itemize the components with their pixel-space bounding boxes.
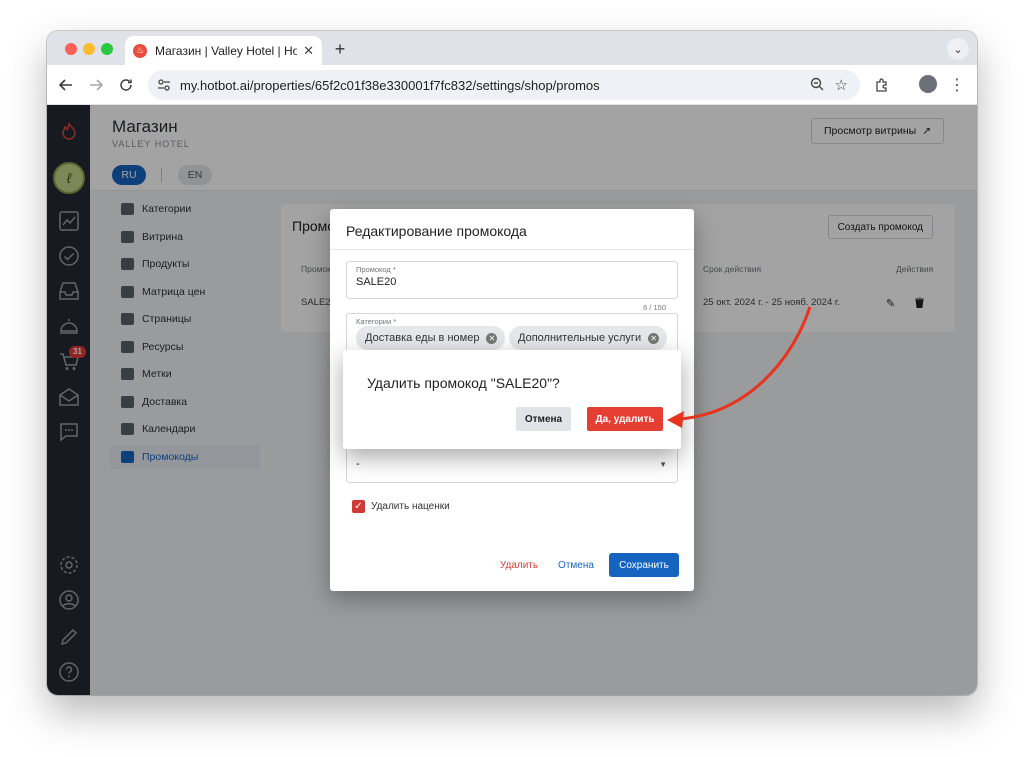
save-button[interactable]: Сохранить [609,553,679,577]
chip-label: Дополнительные услуги [518,332,642,344]
tab-bar: ♨ Магазин | Valley Hotel | Hotbot ✕ + ⌄ [47,31,977,65]
zoom-icon[interactable] [810,77,824,94]
profile-avatar[interactable] [919,75,937,93]
select-field[interactable]: - ▼ [346,445,678,483]
chip-remove-icon[interactable]: ✕ [486,332,498,344]
tab-title: Магазин | Valley Hotel | Hotbot [155,43,298,58]
app-content: ℓ 31 Магазин VALLEY HOTEL Просмотр витри… [47,105,977,695]
dialog-divider [330,249,694,250]
reload-icon[interactable] [116,75,136,95]
browser-toolbar: my.hotbot.ai/properties/65f2c01f38e33000… [47,65,977,105]
new-tab-button[interactable]: + [330,39,350,60]
delete-button[interactable]: Удалить [495,553,543,577]
back-icon[interactable] [56,75,76,95]
checkbox-checked-icon[interactable]: ✓ [352,500,365,513]
confirm-cancel-button[interactable]: Отмена [516,407,571,431]
address-bar[interactable]: my.hotbot.ai/properties/65f2c01f38e33000… [148,70,860,100]
extensions-icon[interactable] [872,75,892,95]
categories-field-label: Категории * [356,317,397,326]
dialog-title: Редактирование промокода [346,223,527,239]
minimize-window-button[interactable] [83,43,95,55]
confirm-delete-dialog: Удалить промокод "SALE20"? Отмена Да, уд… [343,350,681,449]
char-counter: 6 / 150 [643,303,666,312]
dropdown-arrow-icon: ▼ [659,460,667,469]
category-chip[interactable]: Дополнительные услуги ✕ [509,326,668,350]
forward-icon[interactable] [86,75,106,95]
close-window-button[interactable] [65,43,77,55]
remove-markups-checkbox-row[interactable]: ✓ Удалить наценки [352,500,450,513]
maximize-window-button[interactable] [101,43,113,55]
chevron-down-icon[interactable]: ⌄ [947,38,969,60]
checkbox-label: Удалить наценки [371,501,450,512]
confirm-message: Удалить промокод "SALE20"? [367,375,560,391]
close-icon[interactable]: ✕ [303,43,314,59]
url-text: my.hotbot.ai/properties/65f2c01f38e33000… [180,77,600,93]
promocode-field[interactable]: Промокод * SALE20 [346,261,678,299]
site-info-icon[interactable] [157,78,171,92]
chip-remove-icon[interactable]: ✕ [648,332,660,344]
select-field-value: - [356,458,360,470]
browser-window: ♨ Магазин | Valley Hotel | Hotbot ✕ + ⌄ … [47,31,977,695]
chip-label: Доставка еды в номер [365,332,480,344]
category-chip[interactable]: Доставка еды в номер ✕ [356,326,506,350]
more-menu-icon[interactable]: ⋮ [947,75,967,95]
cancel-button[interactable]: Отмена [553,553,599,577]
flame-icon: ♨ [133,43,147,58]
confirm-delete-button[interactable]: Да, удалить [587,407,663,431]
promocode-field-value: SALE20 [356,276,397,288]
browser-tab[interactable]: ♨ Магазин | Valley Hotel | Hotbot ✕ [125,36,322,65]
promocode-field-label: Промокод * [356,265,396,274]
bookmark-star-icon[interactable]: ☆ [835,76,848,94]
